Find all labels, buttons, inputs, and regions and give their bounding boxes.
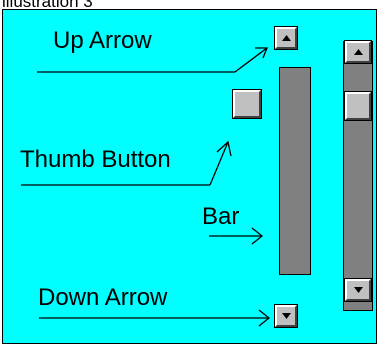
assembled-thumb-button[interactable] — [344, 91, 372, 121]
thumb-button-label: Thumb Button — [20, 146, 171, 173]
assembled-scroll-bar-track[interactable] — [343, 41, 373, 311]
bar-label: Bar — [202, 203, 240, 230]
diagram-panel: Up Arrow Thumb Button Bar Down Arrow — [2, 9, 377, 344]
assembled-up-arrow-button[interactable] — [344, 40, 372, 64]
up-arrow-label: Up Arrow — [53, 27, 152, 54]
down-arrow-icon — [281, 313, 291, 319]
thumb-pointer-head — [216, 140, 232, 157]
assembled-down-arrow-button[interactable] — [344, 278, 372, 302]
thumb-pointer — [209, 141, 229, 186]
exploded-down-arrow-button[interactable] — [274, 304, 298, 328]
exploded-scroll-bar-track[interactable] — [279, 67, 311, 275]
exploded-thumb-button[interactable] — [232, 89, 262, 119]
down-arrow-icon — [353, 287, 363, 293]
up-arrow-pointer — [234, 47, 268, 73]
up-arrow-icon — [353, 49, 363, 55]
exploded-up-arrow-button[interactable] — [274, 26, 298, 50]
up-arrow-icon — [281, 35, 291, 41]
down-arrow-label: Down Arrow — [38, 284, 168, 311]
